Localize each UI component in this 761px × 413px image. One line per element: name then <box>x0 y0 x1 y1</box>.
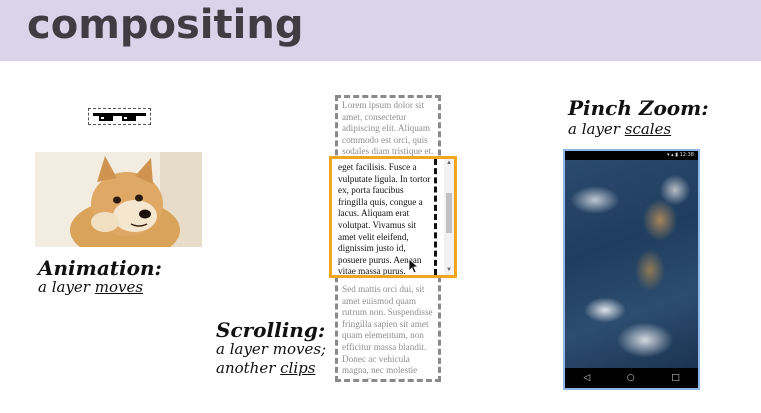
doge-image <box>35 152 202 247</box>
pinch-zoom-subtitle-emphasis: scales <box>624 120 672 138</box>
scroll-clip-frame[interactable]: eget facilisis. Fusce a vulputate ligula… <box>329 156 457 278</box>
scrollbar[interactable]: ▲ ▼ <box>444 159 454 275</box>
animation-title: Animation: <box>38 256 162 280</box>
scrolling-title: Scrolling: <box>216 318 326 342</box>
title-bar: compositing <box>0 0 761 61</box>
pinch-zoom-title: Pinch Zoom: <box>568 96 709 120</box>
scrolling-subtitle-line1: a layer moves; <box>216 340 327 358</box>
scroll-down-arrow-icon[interactable]: ▼ <box>444 266 454 275</box>
slide-title: compositing <box>27 2 304 48</box>
layer-edge-marker <box>434 159 437 275</box>
pinch-zoom-subtitle-text: a layer <box>568 120 625 138</box>
recents-icon[interactable]: □ <box>671 368 680 388</box>
scroll-text-below: Sed mattis orci dui, sit amet euismod qu… <box>342 284 433 382</box>
pinch-zoom-subtitle: a layer scales <box>568 120 671 139</box>
animation-subtitle: a layer moves <box>38 278 143 297</box>
status-time: 12:38 <box>679 152 694 158</box>
animation-subtitle-emphasis: moves <box>94 278 144 296</box>
phone-status-bar: ▾ ▴ ▮ 12:38 <box>565 151 698 160</box>
back-icon[interactable]: ◁ <box>583 368 590 388</box>
scrolling-subtitle-line2: another clips <box>216 359 315 378</box>
scrolling-subtitle-text: another <box>216 359 281 377</box>
scrolling-subtitle-emphasis: clips <box>280 359 316 377</box>
animation-subtitle-text: a layer <box>38 278 95 296</box>
phone-nav-bar: ◁ ○ □ <box>565 368 698 388</box>
phone-mockup: ▾ ▴ ▮ 12:38 ◁ ○ □ <box>563 149 700 390</box>
signal-icon: ▾ ▴ ▮ <box>667 152 680 158</box>
pixel-sunglasses-image <box>88 108 151 125</box>
sunglasses-icon <box>93 113 146 121</box>
earth-satellite-image[interactable] <box>565 160 698 368</box>
mouse-cursor-icon <box>408 258 420 274</box>
scroll-up-arrow-icon[interactable]: ▲ <box>444 159 454 168</box>
home-icon[interactable]: ○ <box>627 368 635 388</box>
scrollbar-thumb[interactable] <box>446 193 452 233</box>
